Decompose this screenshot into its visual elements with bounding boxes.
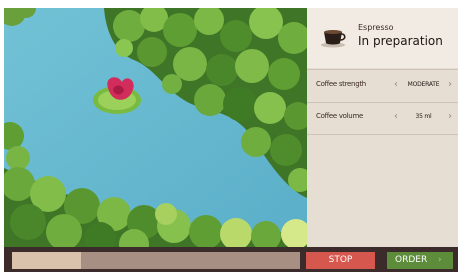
product-header: Espresso In preparation xyxy=(307,8,458,68)
strength-decrease-chevron-left-icon[interactable]: ‹ xyxy=(390,77,402,93)
wallpaper-image xyxy=(4,8,307,247)
strength-increase-chevron-right-icon[interactable]: › xyxy=(444,77,456,93)
coffee-volume-value: 35 ml xyxy=(415,113,432,120)
order-button[interactable]: ORDER › xyxy=(387,252,453,269)
wallpaper-river-forest xyxy=(4,8,307,247)
setting-row-coffee-strength: Coffee strength ‹ MODERATE › xyxy=(307,69,458,103)
stop-button[interactable]: STOP xyxy=(306,252,375,269)
product-name: Espresso xyxy=(358,23,394,32)
preparation-progress-fill xyxy=(12,252,82,269)
coffee-volume-label: Coffee volume xyxy=(316,112,363,120)
order-button-label: ORDER xyxy=(395,255,428,265)
product-status: In preparation xyxy=(358,34,443,48)
setting-row-coffee-volume: Coffee volume ‹ 35 ml › xyxy=(307,102,458,135)
settings-panel: Espresso In preparation Coffee strength … xyxy=(307,8,458,247)
preparation-progress-bar xyxy=(12,252,300,269)
coffee-strength-label: Coffee strength xyxy=(316,80,366,88)
order-chevron-right-icon: › xyxy=(438,255,442,265)
volume-decrease-chevron-left-icon[interactable]: ‹ xyxy=(390,109,402,125)
volume-increase-chevron-right-icon[interactable]: › xyxy=(444,109,456,125)
bottom-action-bar: STOP ORDER › xyxy=(4,247,458,272)
coffee-strength-value: MODERATE xyxy=(407,81,440,88)
coffee-machine-screen: Espresso In preparation Coffee strength … xyxy=(4,8,458,272)
coffee-cup-icon xyxy=(321,30,346,48)
